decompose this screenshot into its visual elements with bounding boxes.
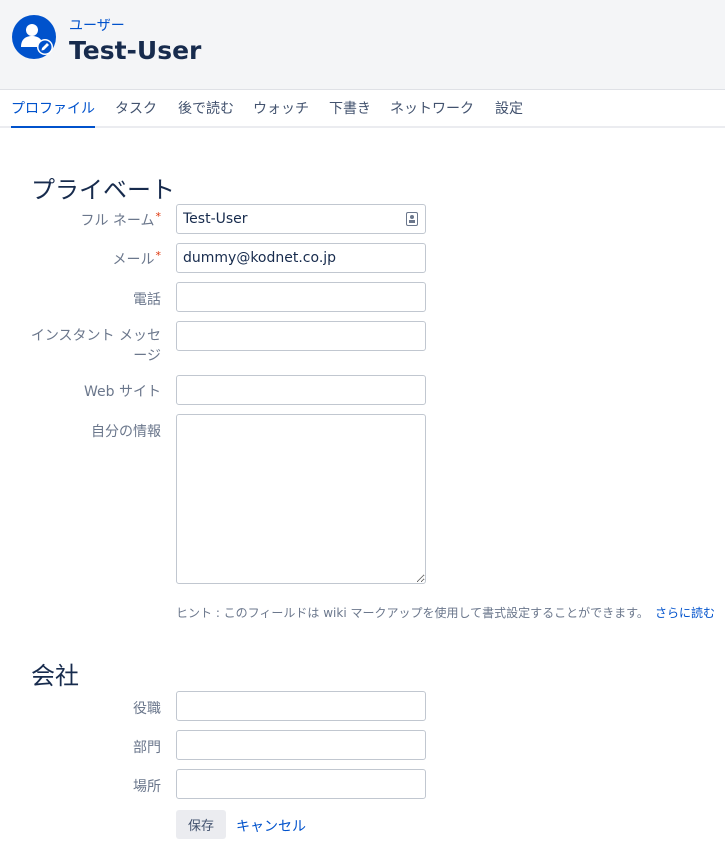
fullname-input[interactable] [176, 204, 426, 234]
tab-watch[interactable]: ウォッチ [253, 91, 309, 126]
im-label: インスタント メッセージ [30, 328, 161, 364]
website-input[interactable] [176, 375, 426, 405]
phone-label: 電話 [133, 292, 161, 308]
tab-profile[interactable]: プロファイル [11, 91, 95, 128]
page-title: Test-User [69, 36, 202, 65]
user-edit-icon [12, 15, 56, 59]
website-label: Web サイト [84, 384, 161, 400]
phone-input[interactable] [176, 282, 426, 312]
wiki-markup-hint: ヒント : このフィールドは wiki マークアップを使用して書式設定することが… [176, 606, 715, 620]
im-input[interactable] [176, 321, 426, 351]
breadcrumb-users[interactable]: ユーザー [69, 15, 125, 35]
required-mark: * [155, 249, 162, 262]
contact-card-icon[interactable] [406, 212, 418, 226]
about-label: 自分の情報 [91, 424, 161, 440]
save-button[interactable]: 保存 [176, 810, 226, 839]
required-mark: * [155, 210, 162, 223]
profile-tabs: プロファイル タスク 後で読む ウォッチ 下書き ネットワーク 設定 [0, 91, 725, 128]
private-section-title: プライベート [31, 176, 175, 204]
fullname-label: フル ネーム* [80, 210, 162, 229]
tab-drafts[interactable]: 下書き [329, 91, 371, 126]
cancel-button[interactable]: キャンセル [236, 816, 306, 836]
position-input[interactable] [176, 691, 426, 721]
tab-settings[interactable]: 設定 [495, 91, 523, 126]
page-header: ユーザー Test-User [0, 0, 725, 90]
email-label: メール* [112, 249, 162, 268]
company-section-title: 会社 [31, 662, 79, 690]
about-textarea[interactable] [176, 414, 426, 584]
department-input[interactable] [176, 730, 426, 760]
tab-network[interactable]: ネットワーク [390, 91, 474, 126]
department-label: 部門 [133, 740, 161, 756]
location-label: 場所 [133, 779, 161, 795]
tab-read-later[interactable]: 後で読む [178, 91, 234, 126]
tab-tasks[interactable]: タスク [115, 91, 157, 126]
read-more-link[interactable]: さらに読む [655, 606, 715, 620]
email-input[interactable] [176, 243, 426, 273]
location-input[interactable] [176, 769, 426, 799]
position-label: 役職 [133, 701, 161, 717]
